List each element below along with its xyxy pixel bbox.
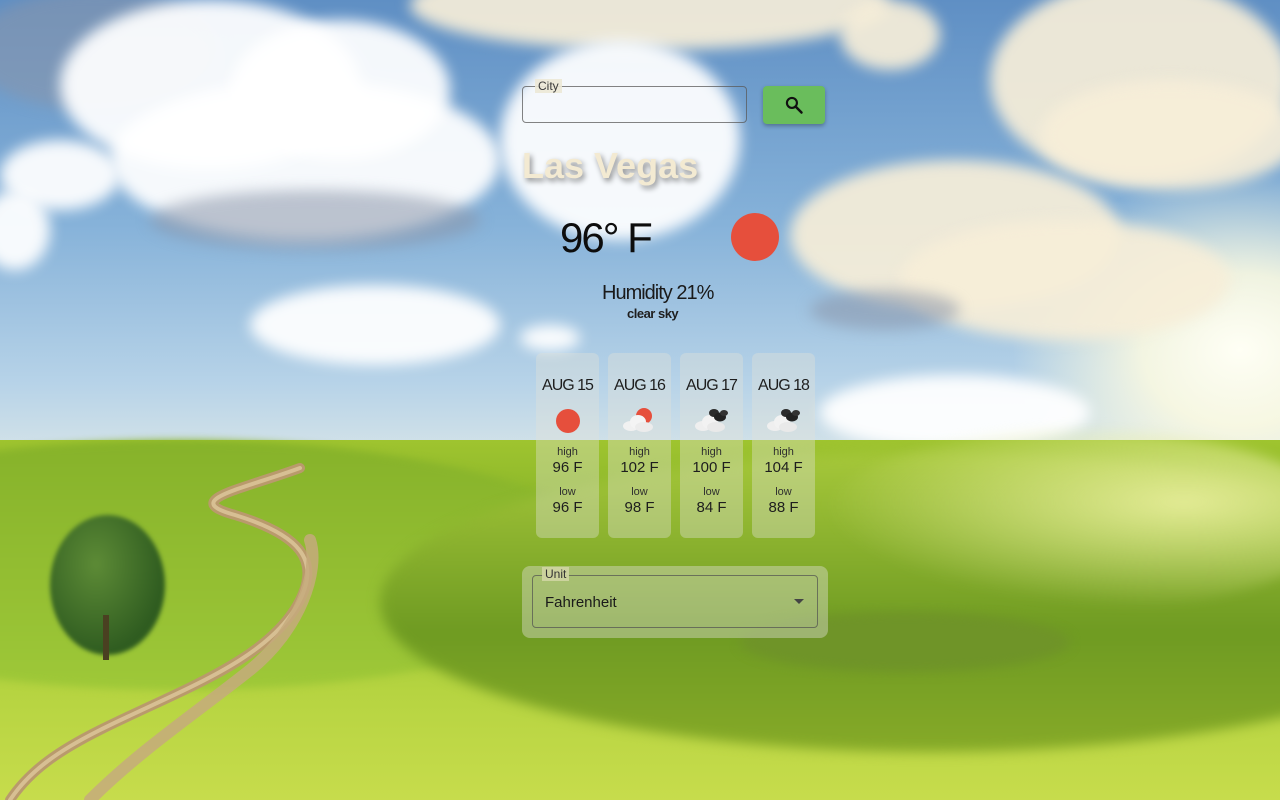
high-temperature: 102 F: [620, 459, 659, 476]
forecast-date: AUG 18: [758, 377, 810, 394]
forecast-card: AUG 15 high 96 F low 96 F: [536, 353, 599, 538]
sun-behind-cloud-icon: [623, 408, 653, 432]
unit-select[interactable]: Unit Fahrenheit: [532, 567, 818, 628]
low-label: low: [631, 486, 648, 498]
high-label: high: [557, 446, 578, 458]
forecast-card: AUG 17 high 100 F low 84 F: [680, 353, 743, 538]
broken-clouds-icon: [695, 409, 728, 432]
city-name: Las Vegas: [522, 145, 699, 186]
forecast-date: AUG 16: [614, 377, 666, 394]
low-temperature: 96 F: [552, 499, 583, 516]
high-label: high: [773, 446, 794, 458]
weather-app: City Las Vegas 96° F Humidity 21% clear …: [0, 0, 1280, 800]
forecast-date: AUG 15: [542, 377, 594, 394]
unit-selected-value: Fahrenheit: [545, 594, 617, 611]
low-temperature: 84 F: [696, 499, 727, 516]
low-temperature: 88 F: [768, 499, 799, 516]
low-label: low: [559, 486, 576, 498]
weather-description: clear sky: [627, 306, 679, 321]
search-button[interactable]: [763, 86, 825, 124]
unit-label: Unit: [542, 567, 570, 581]
low-temperature: 98 F: [624, 499, 655, 516]
humidity: Humidity 21%: [602, 282, 714, 304]
forecast-card: AUG 16 high 102 F low 98 F: [608, 353, 671, 538]
city-input[interactable]: [523, 87, 746, 122]
caret-down-icon[interactable]: [794, 599, 804, 604]
search-icon: [785, 96, 803, 114]
high-temperature: 104 F: [764, 459, 803, 476]
forecast-date: AUG 17: [686, 377, 738, 394]
forecast-card: AUG 18 high 104 F low 88 F: [752, 353, 815, 538]
low-label: low: [703, 486, 720, 498]
low-label: low: [775, 486, 792, 498]
high-label: high: [701, 446, 722, 458]
unit-panel: Unit Fahrenheit: [522, 566, 828, 638]
broken-clouds-icon: [767, 409, 800, 432]
high-label: high: [629, 446, 650, 458]
sun-icon: [731, 213, 779, 261]
high-temperature: 96 F: [552, 459, 583, 476]
city-field: City: [522, 79, 747, 123]
current-temperature: 96° F: [560, 214, 653, 261]
sun-icon: [556, 409, 580, 433]
high-temperature: 100 F: [692, 459, 731, 476]
